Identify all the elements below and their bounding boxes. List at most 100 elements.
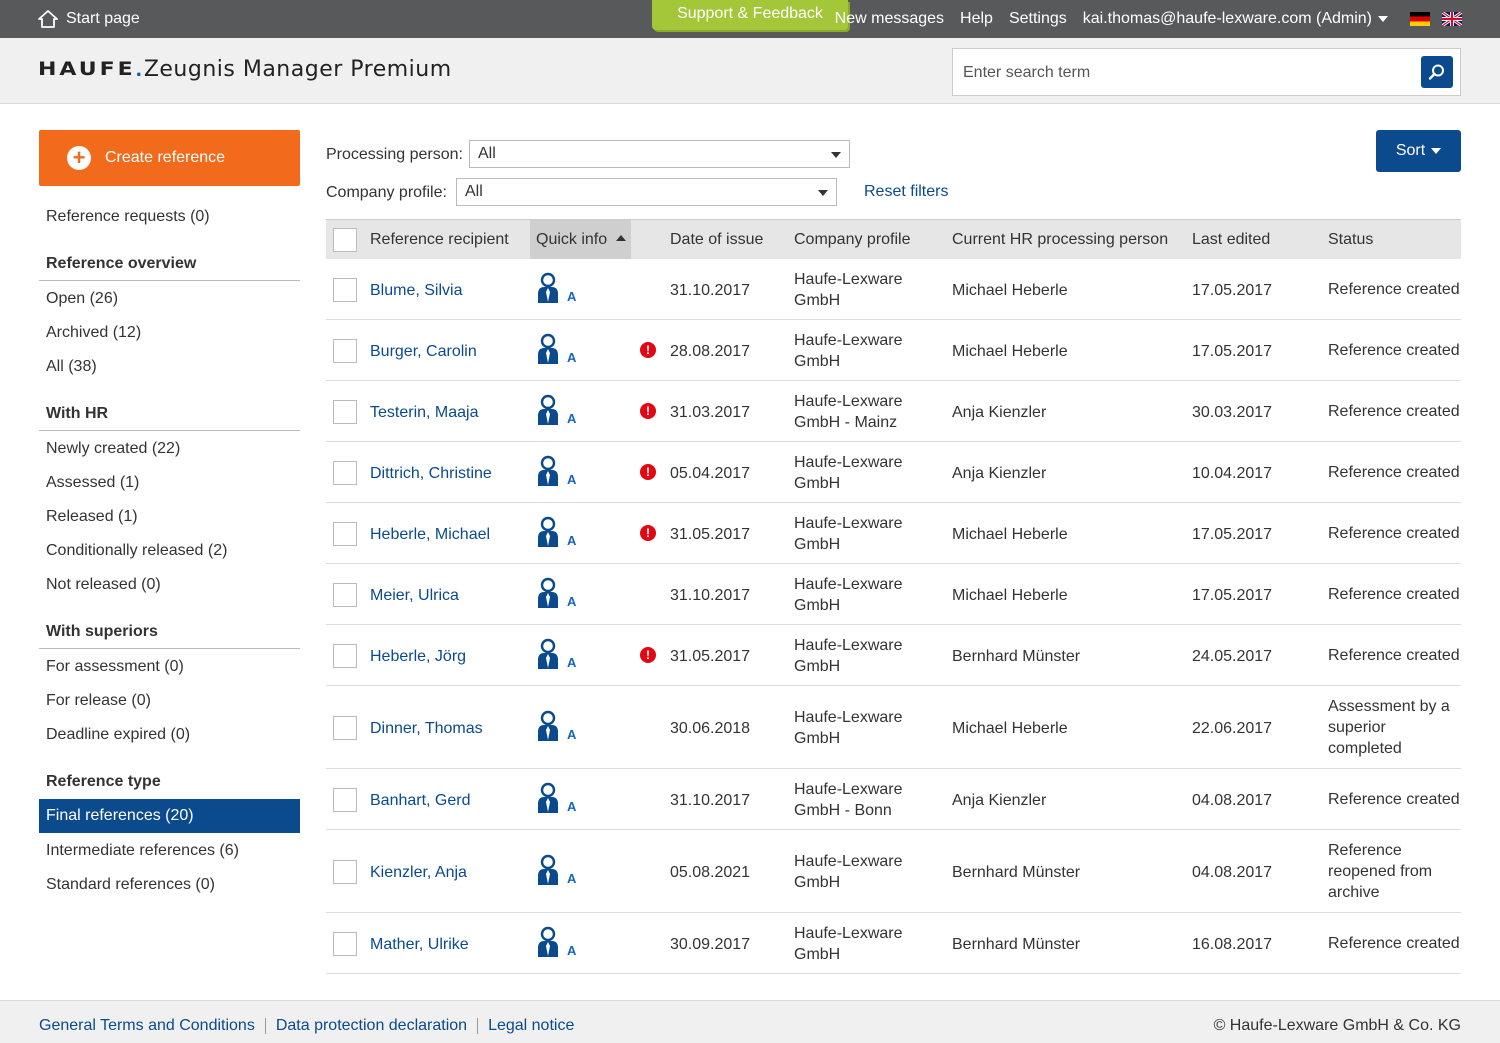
company-profile-line: Haufe-Lexware bbox=[794, 780, 903, 798]
quick-info-person-icon[interactable]: A bbox=[535, 710, 579, 744]
search-icon bbox=[1428, 64, 1444, 80]
row-checkbox[interactable] bbox=[333, 643, 357, 668]
table-row[interactable]: Meier, Ulrica A 31.10.2017 Haufe-Lexware Gmb… bbox=[326, 564, 1461, 625]
row-checkbox[interactable] bbox=[333, 787, 357, 812]
table-row[interactable]: Dinner, Thomas A 30.06.2018 Haufe-Lexware Gm… bbox=[326, 686, 1461, 769]
table-row[interactable]: Blume, Silvia A 31.10.2017 Haufe-Lexware Gmb… bbox=[326, 259, 1461, 320]
company-profile-select[interactable]: All bbox=[456, 178, 837, 206]
support-feedback-button[interactable]: Support & Feedback bbox=[652, 0, 848, 30]
sidebar-item-reference-requests[interactable]: Reference requests (0) bbox=[46, 208, 210, 226]
sidebar-item-newly-created[interactable]: Newly created (22) bbox=[46, 440, 180, 458]
data-protection-link[interactable]: Data protection declaration bbox=[276, 1017, 467, 1035]
header-reference-recipient[interactable]: Reference recipient bbox=[370, 231, 509, 249]
hr-processing-person: Michael Heberle bbox=[952, 719, 1068, 737]
row-checkbox[interactable] bbox=[333, 582, 357, 607]
header-hr-processing-person[interactable]: Current HR processing person bbox=[952, 231, 1168, 249]
date-of-issue: 31.03.2017 bbox=[670, 403, 751, 421]
processing-person-select[interactable]: All bbox=[469, 140, 850, 168]
select-all-checkbox[interactable] bbox=[333, 228, 357, 252]
quick-info-person-icon[interactable]: A bbox=[535, 638, 579, 672]
sidebar-item-assessed[interactable]: Assessed (1) bbox=[46, 474, 139, 492]
sort-button[interactable]: Sort bbox=[1376, 130, 1461, 172]
table-row[interactable]: Kienzler, Anja A 05.08.2021 Haufe-Lexware Gm… bbox=[326, 830, 1461, 913]
user-menu[interactable]: kai.thomas@haufe-lexware.com (Admin) bbox=[1083, 10, 1388, 28]
header-status[interactable]: Status bbox=[1328, 231, 1373, 249]
sidebar-item-for-assessment[interactable]: For assessment (0) bbox=[46, 658, 184, 676]
legal-notice-link[interactable]: Legal notice bbox=[488, 1017, 574, 1035]
recipient-name-link[interactable]: Dinner, Thomas bbox=[370, 718, 483, 739]
row-checkbox[interactable] bbox=[333, 931, 357, 956]
table-row[interactable]: Heberle, Jörg A! 31.05.2017 Haufe-Lexware Gm… bbox=[326, 625, 1461, 686]
recipient-name-link[interactable]: Mather, Ulrike bbox=[370, 934, 469, 955]
sidebar-item-final-references[interactable]: Final references (20) bbox=[39, 799, 300, 833]
recipient-name-link[interactable]: Meier, Ulrica bbox=[370, 585, 459, 606]
header-last-edited[interactable]: Last edited bbox=[1192, 231, 1270, 249]
sidebar-item-archived[interactable]: Archived (12) bbox=[46, 324, 141, 342]
recipient-name-link[interactable]: Banhart, Gerd bbox=[370, 790, 471, 811]
table-row[interactable]: Testerin, Maaja A! 31.03.2017 Haufe-Lexware… bbox=[326, 381, 1461, 442]
sidebar-item-intermediate-references[interactable]: Intermediate references (6) bbox=[46, 842, 239, 860]
header-company-profile[interactable]: Company profile bbox=[794, 231, 911, 249]
settings-link[interactable]: Settings bbox=[1009, 10, 1067, 28]
quick-info-person-icon[interactable]: A bbox=[535, 272, 579, 306]
uk-flag-icon[interactable] bbox=[1442, 12, 1462, 26]
quick-info-person-icon[interactable]: A bbox=[535, 782, 579, 816]
sidebar-item-not-released[interactable]: Not released (0) bbox=[46, 576, 161, 594]
create-reference-button[interactable]: + Create reference bbox=[39, 130, 300, 186]
sidebar-item-all[interactable]: All (38) bbox=[46, 358, 97, 376]
quick-info-person-icon[interactable]: A bbox=[535, 926, 579, 960]
company-profile-line: GmbH - Mainz bbox=[794, 413, 898, 431]
table-row[interactable]: Burger, Carolin A! 28.08.2017 Haufe-Lexware… bbox=[326, 320, 1461, 381]
app-header: HAUFE. Zeugnis Manager Premium bbox=[0, 38, 1500, 104]
chevron-down-icon bbox=[831, 152, 841, 158]
status-cell: Reference created bbox=[1328, 645, 1460, 666]
terms-link[interactable]: General Terms and Conditions bbox=[39, 1017, 255, 1035]
row-checkbox[interactable] bbox=[333, 521, 357, 546]
row-checkbox[interactable] bbox=[333, 338, 357, 363]
recipient-name-link[interactable]: Kienzler, Anja bbox=[370, 862, 467, 883]
quick-info-person-icon[interactable]: A bbox=[535, 854, 579, 888]
last-edited: 17.05.2017 bbox=[1192, 281, 1273, 299]
sidebar-item-conditionally-released[interactable]: Conditionally released (2) bbox=[46, 542, 227, 560]
table-header: Reference recipient Quick info Date of i… bbox=[326, 219, 1461, 259]
help-link[interactable]: Help bbox=[960, 10, 993, 28]
row-checkbox[interactable] bbox=[333, 277, 357, 302]
quick-info-person-icon[interactable]: A bbox=[535, 394, 579, 428]
chevron-down-icon bbox=[1378, 15, 1388, 22]
sidebar-item-released[interactable]: Released (1) bbox=[46, 508, 138, 526]
search-button[interactable] bbox=[1421, 56, 1453, 88]
row-checkbox[interactable] bbox=[333, 460, 357, 485]
quick-info-person-icon[interactable]: A bbox=[535, 516, 579, 550]
sidebar-item-deadline-expired[interactable]: Deadline expired (0) bbox=[46, 726, 190, 744]
row-checkbox[interactable] bbox=[333, 399, 357, 424]
german-flag-icon[interactable] bbox=[1410, 12, 1430, 26]
company-profile-cell: Haufe-Lexware GmbH bbox=[794, 851, 903, 893]
recipient-name-link[interactable]: Heberle, Jörg bbox=[370, 646, 466, 667]
table-row[interactable]: Mather, Ulrike A 30.09.2017 Haufe-Lexware Gm… bbox=[326, 913, 1461, 974]
date-of-issue: 30.06.2018 bbox=[670, 719, 751, 737]
table-row[interactable]: Heberle, Michael A! 31.05.2017 Haufe-Lexwar… bbox=[326, 503, 1461, 564]
table-row[interactable]: Banhart, Gerd A 31.10.2017 Haufe-Lexware Gmb… bbox=[326, 769, 1461, 830]
app-logo[interactable]: HAUFE. Zeugnis Manager Premium bbox=[38, 56, 452, 82]
recipient-name-link[interactable]: Dittrich, Christine bbox=[370, 463, 492, 484]
search-input[interactable] bbox=[963, 61, 1403, 85]
last-edited: 10.04.2017 bbox=[1192, 464, 1273, 482]
quick-info-person-icon[interactable]: A bbox=[535, 577, 579, 611]
row-checkbox[interactable] bbox=[333, 715, 357, 740]
sidebar-item-standard-references[interactable]: Standard references (0) bbox=[46, 876, 215, 894]
quick-info-person-icon[interactable]: A bbox=[535, 455, 579, 489]
recipient-name-link[interactable]: Heberle, Michael bbox=[370, 524, 490, 545]
recipient-name-link[interactable]: Blume, Silvia bbox=[370, 280, 462, 301]
sidebar-item-for-release[interactable]: For release (0) bbox=[46, 692, 151, 710]
recipient-name-link[interactable]: Burger, Carolin bbox=[370, 341, 477, 362]
row-checkbox[interactable] bbox=[333, 859, 357, 884]
new-messages-link[interactable]: New messages bbox=[835, 10, 944, 28]
start-page-link[interactable]: Start page bbox=[38, 10, 140, 28]
quick-info-person-icon[interactable]: A bbox=[535, 333, 579, 367]
reset-filters-link[interactable]: Reset filters bbox=[864, 183, 948, 201]
recipient-name-link[interactable]: Testerin, Maaja bbox=[370, 402, 479, 423]
table-row[interactable]: Dittrich, Christine A! 05.04.2017 Haufe-Lex… bbox=[326, 442, 1461, 503]
sidebar-item-open[interactable]: Open (26) bbox=[46, 290, 118, 308]
header-date-of-issue[interactable]: Date of issue bbox=[670, 231, 763, 249]
header-quick-info[interactable]: Quick info bbox=[536, 231, 626, 249]
